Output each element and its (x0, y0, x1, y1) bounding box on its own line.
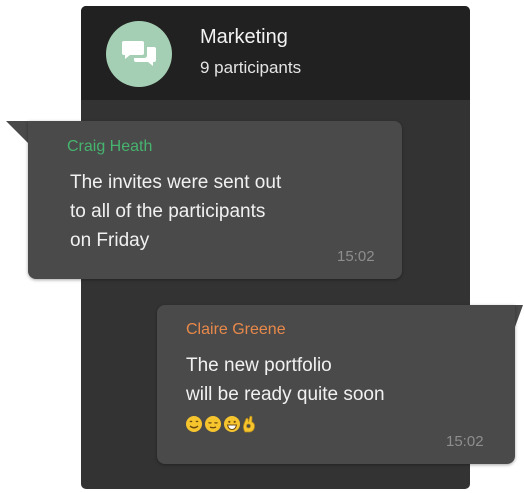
sender-name: Claire Greene (186, 321, 286, 338)
participants-count: 9 participants (200, 58, 302, 77)
bubble-tail (515, 305, 523, 327)
message-text: to all of the participants (70, 201, 266, 222)
grinning-face-icon (224, 416, 240, 432)
chat-screen: Marketing 9 participants Craig Heath The… (0, 0, 524, 493)
chat-header[interactable]: Marketing 9 participants (81, 6, 470, 100)
message-text: The new portfolio (186, 355, 332, 376)
message-timestamp: 15:02 (446, 433, 484, 450)
message-text: will be ready quite soon (186, 384, 385, 405)
sender-name: Craig Heath (67, 138, 153, 155)
message-text: on Friday (70, 230, 150, 251)
message-bubble[interactable]: Claire Greene The new portfolio will be … (157, 305, 515, 464)
message-bubble[interactable]: Craig Heath The invites were sent out to… (28, 121, 402, 279)
message-text: The invites were sent out (70, 172, 282, 193)
message-timestamp: 15:02 (337, 248, 375, 265)
smiling-face-icon (186, 416, 202, 432)
relieved-face-icon (205, 416, 221, 432)
group-avatar[interactable] (106, 21, 172, 87)
bubble-tail (6, 121, 28, 143)
ok-hand-icon (243, 415, 255, 433)
chat-bubbles-icon (122, 41, 156, 66)
chat-title: Marketing (200, 26, 288, 48)
